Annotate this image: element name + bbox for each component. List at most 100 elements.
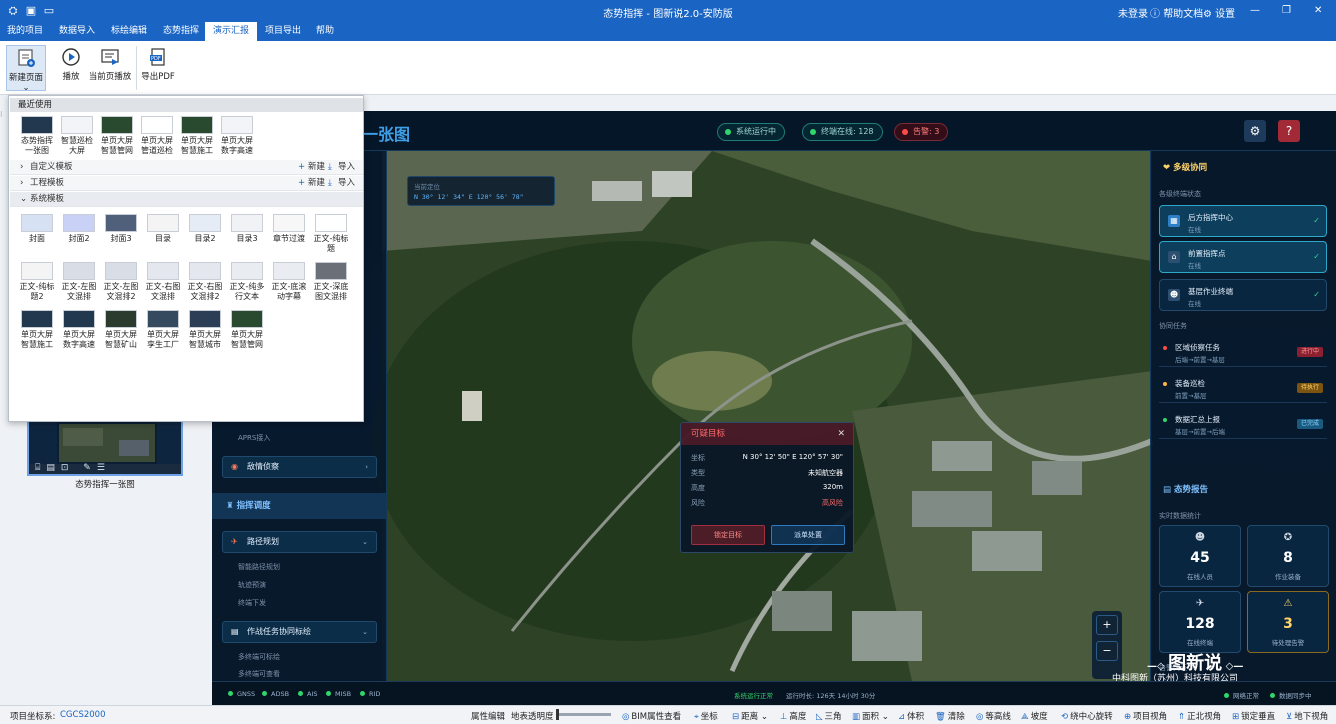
menu-plot-edit[interactable]: 标绘编辑: [104, 22, 154, 41]
template-tile[interactable]: 封面: [17, 214, 57, 244]
template-tile[interactable]: 单页大屏 智慧城市: [185, 310, 225, 350]
template-tile[interactable]: 封面2: [59, 214, 99, 244]
lock-vertical-button[interactable]: ⊞ 锁定垂直: [1232, 710, 1275, 722]
bim-attr-button[interactable]: ◎ BIM属性查看: [622, 710, 681, 722]
transparency-slider[interactable]: [556, 709, 611, 720]
node-rear-command[interactable]: ▦ 后方指挥中心 在线 ✓: [1159, 205, 1327, 237]
restore-button[interactable]: ❐: [1282, 5, 1291, 16]
template-tile[interactable]: 正文-左图 文混排: [59, 262, 99, 302]
template-tile[interactable]: 正文-左图 文混排2: [101, 262, 141, 302]
minimize-button[interactable]: —: [1250, 5, 1260, 16]
map-scene[interactable]: 一张图 系统运行中 终端在线: 128 告警: 3 ⚙ ? APRS接入 ◉ 敌情…: [212, 111, 1336, 705]
task-item[interactable]: 数据汇总上报 基层→前置→后端 已完成: [1159, 409, 1327, 439]
menu-help[interactable]: 帮助: [309, 22, 341, 41]
route-sub-1[interactable]: 智能路径规划: [238, 562, 280, 572]
north-view-button[interactable]: ⇑ 正北视角: [1178, 710, 1221, 722]
node-grassroots-terminal[interactable]: ☻ 基层作业终端 在线 ✓: [1159, 279, 1327, 311]
thumbnail-tools[interactable]: ⌸▤⊡ ✎☰: [35, 463, 111, 473]
template-tile[interactable]: 封面3: [101, 214, 141, 244]
slope-button[interactable]: ⟁ 坡度: [1021, 710, 1048, 722]
settings-link[interactable]: ⚙ 设置: [1203, 5, 1235, 20]
slide-thumbnail[interactable]: ⌸▤⊡ ✎☰: [27, 418, 183, 476]
distance-tool-button[interactable]: ⊟ 距离 ⌄: [732, 710, 768, 722]
contour-button[interactable]: ◎ 等高线: [976, 710, 1011, 722]
menu-my-project[interactable]: 我的项目: [0, 22, 50, 41]
template-tile[interactable]: 章节过渡: [269, 214, 309, 244]
clear-button[interactable]: 🗑 清除: [935, 710, 965, 722]
enemy-recon-group[interactable]: ◉ 敌情侦察 ›: [222, 456, 377, 478]
custom-new-button[interactable]: 新建: [308, 160, 325, 175]
zoom-out-button[interactable]: −: [1096, 641, 1118, 661]
template-tile[interactable]: 单页大屏 数字高速: [59, 310, 99, 350]
bim-attr-label: BIM属性查看: [631, 712, 682, 722]
route-sub-3[interactable]: 终端下发: [238, 598, 266, 608]
coop-plot-group[interactable]: ▤ 作战任务协同标绘 ⌄: [222, 621, 377, 643]
play-button[interactable]: 播放: [58, 45, 84, 91]
template-tile[interactable]: 目录: [143, 214, 183, 244]
command-section[interactable]: ♜ 指挥调度: [212, 493, 387, 519]
export-pdf-button[interactable]: PDF 导出PDF: [140, 45, 176, 91]
template-tile[interactable]: 态势指挥 一张图: [17, 116, 57, 156]
close-button[interactable]: ✕: [1314, 5, 1322, 16]
template-tile[interactable]: 单页大屏 孪生工厂: [143, 310, 183, 350]
custom-import-button[interactable]: 导入: [338, 160, 355, 175]
template-tile[interactable]: 正文-纯多 行文本: [227, 262, 267, 302]
attr-edit-button[interactable]: 属性编辑: [471, 710, 505, 722]
login-status[interactable]: 未登录: [1118, 5, 1148, 20]
collapse-handle[interactable]: ⁝: [0, 110, 6, 130]
route-planning-group[interactable]: ✈ 路径规划 ⌄: [222, 531, 377, 553]
crs-value[interactable]: CGCS2000: [60, 710, 105, 720]
template-tile[interactable]: 正文-纯标 题2: [17, 262, 57, 302]
new-page-button[interactable]: 新建页面 ⌄: [6, 45, 46, 93]
height-tool-button[interactable]: ⊥ 高度: [780, 710, 806, 722]
menu-situation-command[interactable]: 态势指挥: [156, 22, 206, 41]
coop-sub-2[interactable]: 多终端可查看: [238, 669, 280, 679]
project-view-button[interactable]: ⊕ 项目视角: [1124, 710, 1167, 722]
alarm-pill[interactable]: 告警: 3: [894, 123, 949, 141]
project-new-button[interactable]: 新建: [308, 176, 325, 191]
hud-help-button[interactable]: ?: [1278, 120, 1300, 142]
template-tile[interactable]: 单页大屏 管道巡检: [137, 116, 177, 156]
template-tile[interactable]: 单页大屏 智慧管网: [97, 116, 137, 156]
dispatch-button[interactable]: 派单处置: [771, 525, 845, 545]
task-item[interactable]: 装备巡检 前置→基层 待执行: [1159, 373, 1327, 403]
template-tile[interactable]: 单页大屏 智慧矿山: [101, 310, 141, 350]
system-template-row[interactable]: ⌄ 系统模板: [10, 192, 363, 207]
menu-project-export[interactable]: 项目导出: [258, 22, 308, 41]
slider-handle[interactable]: [556, 709, 559, 720]
menu-data-import[interactable]: 数据导入: [52, 22, 102, 41]
template-tile[interactable]: 单页大屏 智慧管网: [227, 310, 267, 350]
area-tool-button[interactable]: ▥ 面积 ⌄: [852, 710, 889, 722]
template-tile[interactable]: 正文-深底 图文混排: [311, 262, 351, 302]
template-tile[interactable]: 目录3: [227, 214, 267, 244]
popup-close-icon[interactable]: ✕: [837, 423, 845, 445]
help-docs-link[interactable]: ⓘ 帮助文档: [1150, 5, 1203, 20]
zoom-in-button[interactable]: +: [1096, 615, 1118, 635]
custom-template-row[interactable]: › 自定义模板 + 新建 ⤓ 导入: [10, 160, 363, 175]
aprs-item[interactable]: APRS接入: [238, 433, 270, 443]
node-forward-command[interactable]: ⌂ 前置指挥点 在线 ✓: [1159, 241, 1327, 273]
coord-tool-button[interactable]: ⌖ 坐标: [694, 710, 718, 722]
hud-settings-button[interactable]: ⚙: [1244, 120, 1266, 142]
coop-sub-1[interactable]: 多终端可标绘: [238, 652, 280, 662]
lock-target-button[interactable]: 锁定目标: [691, 525, 765, 545]
task-item[interactable]: 区域侦察任务 后端→前置→基层 进行中: [1159, 337, 1327, 367]
template-tile[interactable]: 智慧巡检 大屏: [57, 116, 97, 156]
orbit-button[interactable]: ⟲ 绕中心旋转: [1061, 710, 1113, 722]
project-template-row[interactable]: › 工程模板 + 新建 ⤓ 导入: [10, 176, 363, 191]
route-sub-2[interactable]: 轨迹预演: [238, 580, 266, 590]
template-tile[interactable]: 单页大屏 智慧施工: [17, 310, 57, 350]
template-tile[interactable]: 正文-底滚 动字幕: [269, 262, 309, 302]
template-tile[interactable]: 正文-纯标题: [311, 214, 351, 254]
template-tile[interactable]: 单页大屏 智慧施工: [177, 116, 217, 156]
triangle-tool-button[interactable]: ◺ 三角: [816, 710, 842, 722]
project-import-button[interactable]: 导入: [338, 176, 355, 191]
template-tile[interactable]: 目录2: [185, 214, 225, 244]
volume-tool-button[interactable]: ⊿ 体积: [898, 710, 924, 722]
template-tile[interactable]: 单页大屏 数字高速: [217, 116, 257, 156]
underground-view-button[interactable]: ⊻ 地下视角: [1286, 710, 1328, 722]
template-tile[interactable]: 正文-右图 文混排: [143, 262, 183, 302]
template-tile[interactable]: 正文-右图 文混排2: [185, 262, 225, 302]
menu-presentation[interactable]: 演示汇报: [205, 22, 257, 41]
play-current-button[interactable]: 当前页播放: [88, 45, 132, 91]
